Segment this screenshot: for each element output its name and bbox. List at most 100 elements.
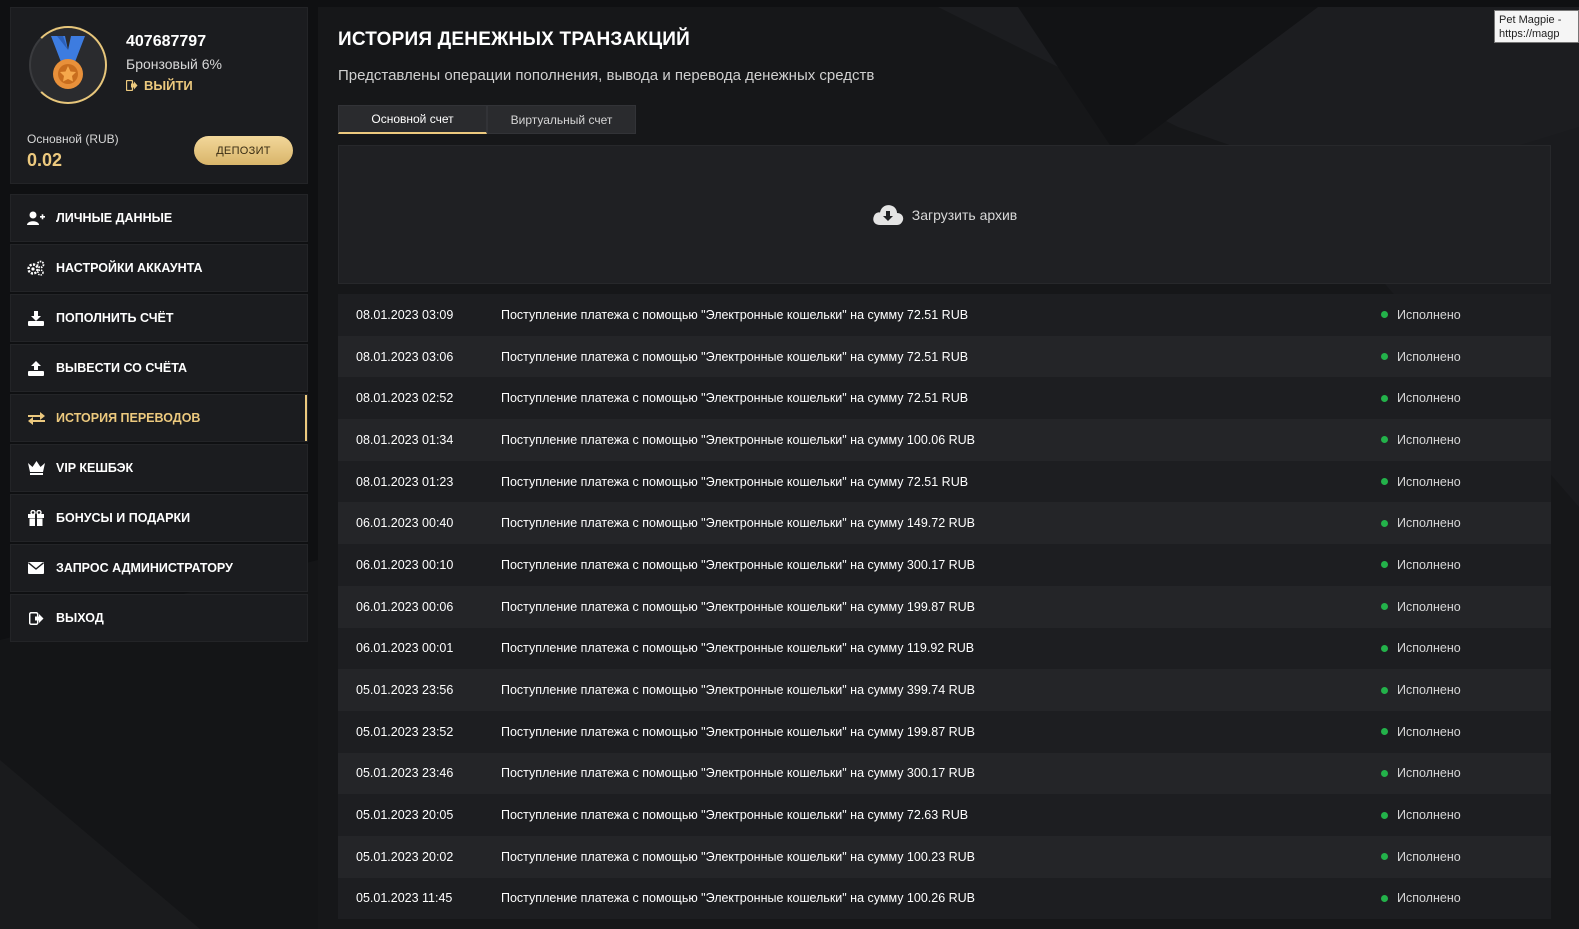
table-row: 05.01.2023 20:02 Поступление платежа с п… [338,835,1551,878]
avatar [29,26,107,104]
status-dot-icon [1381,478,1388,486]
sidebar-item-label: ПОПОЛНИТЬ СЧЁТ [56,311,174,325]
status-label: Исполнено [1397,474,1461,489]
status-label: Исполнено [1397,849,1461,864]
table-row: 05.01.2023 23:56 Поступление платежа с п… [338,669,1551,711]
deposit-button[interactable]: ДЕПОЗИТ [194,136,293,165]
transaction-description: Поступление платежа с помощью "Электронн… [501,599,976,614]
status-badge: Исполнено [1381,516,1461,530]
status-badge: Исполнено [1381,391,1461,405]
transaction-date: 06.01.2023 00:01 [356,641,454,656]
status-label: Исполнено [1397,683,1461,698]
status-dot-icon [1381,894,1388,902]
account-tabs: Основной счет Виртуальный счет [338,105,636,134]
status-badge: Исполнено [1381,725,1461,739]
user-level: Бронзовый 6% [126,56,222,72]
status-badge: Исполнено [1381,683,1461,697]
transaction-description: Поступление платежа с помощью "Электронн… [501,391,969,406]
user-plus-icon [27,210,45,226]
status-label: Исполнено [1397,641,1461,656]
status-badge: Исполнено [1381,641,1461,655]
upload-icon [27,360,45,376]
table-row: 08.01.2023 03:06 Поступление платежа с п… [338,335,1551,378]
transaction-description: Поступление платежа с помощью "Электронн… [501,349,969,364]
table-row: 06.01.2023 00:10 Поступление платежа с п… [338,544,1551,586]
sidebar-item-exit[interactable]: ВЫХОД [10,594,308,642]
status-badge: Исполнено [1381,350,1461,364]
transaction-date: 06.01.2023 00:06 [356,599,454,614]
transaction-date: 05.01.2023 11:45 [356,891,453,906]
table-row: 06.01.2023 00:01 Поступление платежа с п… [338,627,1551,670]
page-subtitle: Представлены операции пополнения, вывода… [338,67,875,84]
transaction-date: 08.01.2023 02:52 [356,391,454,406]
gift-icon [27,510,45,526]
status-label: Исполнено [1397,891,1461,906]
status-label: Исполнено [1397,516,1461,531]
download-archive-button[interactable]: Загрузить архив [872,203,1017,227]
transaction-date: 08.01.2023 01:34 [356,432,454,447]
transaction-description: Поступление платежа с помощью "Электронн… [501,307,969,322]
status-label: Исполнено [1397,808,1461,823]
status-dot-icon [1381,394,1388,402]
status-dot-icon [1381,644,1388,652]
transaction-date: 05.01.2023 20:05 [356,808,454,823]
sidebar-item-withdraw[interactable]: ВЫВЕСТИ СО СЧЁТА [10,344,308,392]
transaction-date: 08.01.2023 01:23 [356,474,454,489]
exchange-icon [27,410,45,426]
transaction-date: 08.01.2023 03:09 [356,307,454,322]
tab-main-account[interactable]: Основной счет [338,105,487,134]
status-badge: Исполнено [1381,891,1461,905]
transaction-description: Поступление платежа с помощью "Электронн… [501,641,975,656]
envelope-icon [27,560,45,576]
sidebar-item-label: VIP КЕШБЭК [56,461,134,475]
user-id: 407687797 [126,33,207,50]
transaction-date: 05.01.2023 23:56 [356,683,454,698]
sidebar-item-label: ЗАПРОС АДМИНИСТРАТОРУ [56,561,233,575]
download-icon [27,310,45,326]
transaction-description: Поступление платежа с помощью "Электронн… [501,557,976,572]
status-dot-icon [1381,811,1388,819]
sidebar-item-account-settings[interactable]: НАСТРОЙКИ АККАУНТА [10,244,308,292]
table-row: 08.01.2023 03:09 Поступление платежа с п… [338,294,1551,336]
transaction-list: 08.01.2023 03:09 Поступление платежа с п… [338,294,1551,920]
transaction-date: 05.01.2023 23:46 [356,766,454,781]
sidebar-item-deposit[interactable]: ПОПОЛНИТЬ СЧЁТ [10,294,308,342]
sidebar-item-vip-cashback[interactable]: VIP КЕШБЭК [10,444,308,492]
sign-out-icon [126,80,138,91]
transaction-description: Поступление платежа с помощью "Электронн… [501,516,976,531]
sign-out-icon [27,610,45,626]
status-dot-icon [1381,769,1388,777]
sidebar-item-bonuses[interactable]: БОНУСЫ И ПОДАРКИ [10,494,308,542]
sidebar-item-label: НАСТРОЙКИ АККАУНТА [56,261,203,275]
sidebar-item-transfer-history[interactable]: ИСТОРИЯ ПЕРЕВОДОВ [10,394,308,442]
balance-label: Основной (RUB) [27,132,119,146]
table-row: 08.01.2023 01:23 Поступление платежа с п… [338,460,1551,503]
status-label: Исполнено [1397,391,1461,406]
sidebar-item-label: БОНУСЫ И ПОДАРКИ [56,511,191,525]
medal-icon [51,36,85,89]
table-row: 05.01.2023 23:46 Поступление платежа с п… [338,752,1551,795]
transaction-description: Поступление платежа с помощью "Электронн… [501,849,976,864]
status-badge: Исполнено [1381,475,1461,489]
sidebar-item-label: ВЫВЕСТИ СО СЧЁТА [56,361,188,375]
status-label: Исполнено [1397,432,1461,447]
tab-virtual-account[interactable]: Виртуальный счет [487,105,636,134]
status-badge: Исполнено [1381,433,1461,447]
sidebar-item-personal-data[interactable]: ЛИЧНЫЕ ДАННЫЕ [10,194,308,242]
table-row: 05.01.2023 23:52 Поступление платежа с п… [338,710,1551,753]
page: 407687797 Бронзовый 6% ВЫЙТИ Основной (R… [0,0,1579,929]
sidebar-menu: ЛИЧНЫЕ ДАННЫЕ НАСТРОЙКИ АККАУНТА ПОПОЛНИ… [10,194,308,642]
table-row: 08.01.2023 02:52 Поступление платежа с п… [338,377,1551,420]
logout-link[interactable]: ВЫЙТИ [126,78,193,93]
transaction-description: Поступление платежа с помощью "Электронн… [501,683,976,698]
transaction-description: Поступление платежа с помощью "Электронн… [501,724,976,739]
sidebar-item-admin-request[interactable]: ЗАПРОС АДМИНИСТРАТОРУ [10,544,308,592]
status-dot-icon [1381,603,1388,611]
transaction-date: 05.01.2023 23:52 [356,724,454,739]
status-badge: Исполнено [1381,850,1461,864]
status-dot-icon [1381,686,1388,694]
page-title: ИСТОРИЯ ДЕНЕЖНЫХ ТРАНЗАКЦИЙ [338,29,690,50]
status-dot-icon [1381,311,1388,319]
status-dot-icon [1381,519,1388,527]
table-row: 06.01.2023 00:06 Поступление платежа с п… [338,585,1551,628]
